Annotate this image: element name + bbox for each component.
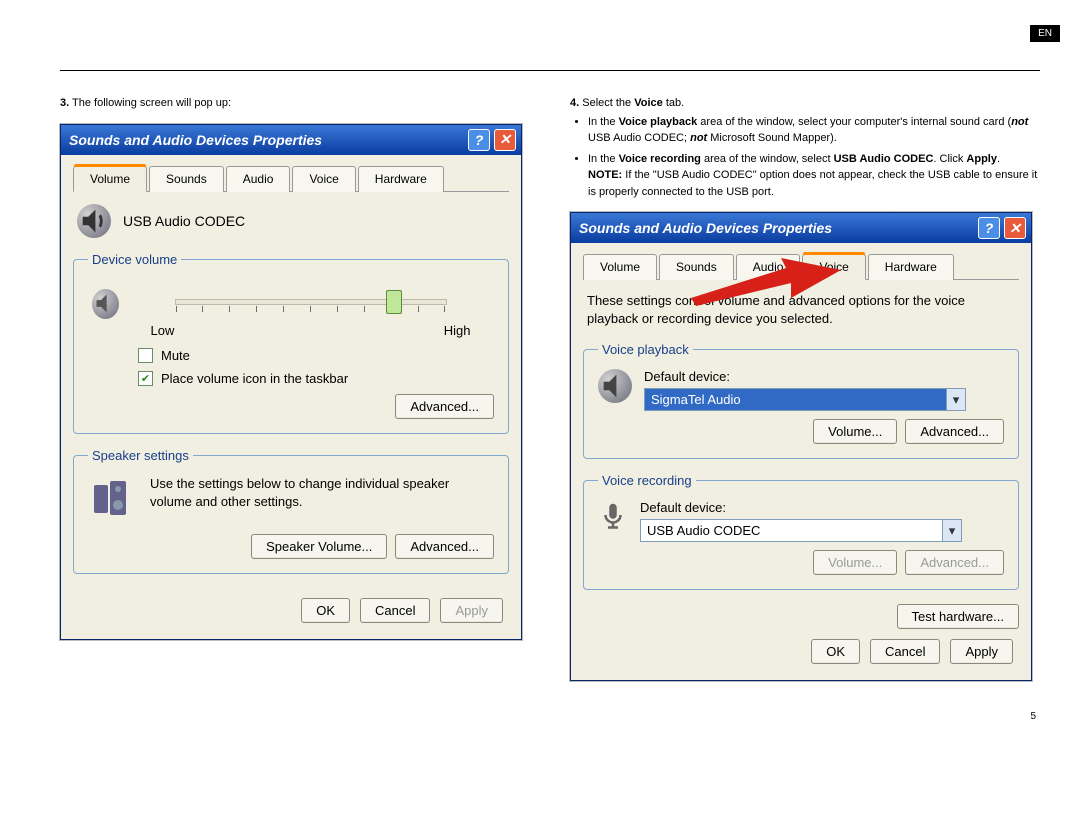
recording-volume-button[interactable]: Volume... <box>813 550 897 575</box>
group-device-volume-legend: Device volume <box>88 252 181 267</box>
step-4-text: 4. Select the Voice tab. In the Voice pl… <box>570 95 1040 200</box>
ok-button[interactable]: OK <box>301 598 350 623</box>
mute-label: Mute <box>161 348 190 363</box>
tab-voice[interactable]: Voice <box>292 166 355 192</box>
group-device-volume: Device volume Low <box>73 252 509 434</box>
group-voice-recording-legend: Voice recording <box>598 473 696 488</box>
titlebar-left[interactable]: Sounds and Audio Devices Properties ? ✕ <box>61 125 521 155</box>
group-voice-recording: Voice recording Default device: USB Audi… <box>583 473 1019 590</box>
speakers-icon <box>88 475 136 526</box>
speaker-volume-button[interactable]: Speaker Volume... <box>251 534 387 559</box>
speaker-advanced-button[interactable]: Advanced... <box>395 534 494 559</box>
volume-icon <box>92 289 119 319</box>
tab-sounds-r[interactable]: Sounds <box>659 254 734 280</box>
apply-button-r[interactable]: Apply <box>950 639 1013 664</box>
playback-default-label: Default device: <box>644 369 966 384</box>
group-speaker-settings: Speaker settings Use the settings <box>73 448 509 574</box>
ok-button-r[interactable]: OK <box>811 639 860 664</box>
device-name: USB Audio CODEC <box>123 213 245 229</box>
tab-volume[interactable]: Volume <box>73 166 147 192</box>
speaker-text: Use the settings below to change individ… <box>150 475 494 511</box>
tabs-left: Volume Sounds Audio Voice Hardware <box>73 165 509 192</box>
tab-hardware[interactable]: Hardware <box>358 166 444 192</box>
recording-device-select[interactable]: USB Audio CODEC ▾ <box>640 519 962 542</box>
titlebar-right[interactable]: Sounds and Audio Devices Properties ? ✕ <box>571 213 1031 243</box>
cancel-button-r[interactable]: Cancel <box>870 639 940 664</box>
slider-high-label: High <box>444 323 471 338</box>
help-icon[interactable]: ? <box>978 217 1000 239</box>
taskbar-checkbox[interactable]: ✔ <box>138 371 153 386</box>
window-volume: Sounds and Audio Devices Properties ? ✕ … <box>60 124 522 640</box>
group-voice-playback-legend: Voice playback <box>598 342 693 357</box>
volume-slider[interactable] <box>175 299 447 305</box>
voice-description: These settings control volume and advanc… <box>587 292 1015 328</box>
slider-thumb[interactable] <box>386 290 402 314</box>
tab-audio-r[interactable]: Audio <box>736 254 801 280</box>
chevron-down-icon[interactable]: ▾ <box>942 520 961 541</box>
speaker-device-icon <box>77 204 111 238</box>
language-tag: EN <box>1030 25 1060 42</box>
taskbar-label: Place volume icon in the taskbar <box>161 371 348 386</box>
cancel-button[interactable]: Cancel <box>360 598 430 623</box>
recording-default-label: Default device: <box>640 500 962 515</box>
playback-icon <box>598 369 632 403</box>
tab-sounds[interactable]: Sounds <box>149 166 224 192</box>
close-icon[interactable]: ✕ <box>1004 217 1026 239</box>
tab-voice-r[interactable]: Voice <box>802 254 865 280</box>
tab-audio[interactable]: Audio <box>226 166 291 192</box>
page-number: 5 <box>60 711 1040 722</box>
tab-volume-r[interactable]: Volume <box>583 254 657 280</box>
help-icon[interactable]: ? <box>468 129 490 151</box>
bullet-voice-playback: In the Voice playback area of the window… <box>588 114 1040 147</box>
divider <box>60 70 1040 71</box>
playback-device-select[interactable]: SigmaTel Audio ▾ <box>644 388 966 411</box>
apply-button[interactable]: Apply <box>440 598 503 623</box>
device-advanced-button[interactable]: Advanced... <box>395 394 494 419</box>
window-title-right: Sounds and Audio Devices Properties <box>579 220 832 236</box>
playback-volume-button[interactable]: Volume... <box>813 419 897 444</box>
tab-hardware-r[interactable]: Hardware <box>868 254 954 280</box>
test-hardware-button[interactable]: Test hardware... <box>897 604 1020 629</box>
playback-advanced-button[interactable]: Advanced... <box>905 419 1004 444</box>
close-icon[interactable]: ✕ <box>494 129 516 151</box>
microphone-icon <box>598 500 628 533</box>
window-voice: Sounds and Audio Devices Properties ? ✕ … <box>570 212 1032 681</box>
group-speaker-legend: Speaker settings <box>88 448 193 463</box>
window-title: Sounds and Audio Devices Properties <box>69 132 322 148</box>
tabs-right: Volume Sounds Audio Voice Hardware <box>583 253 1019 280</box>
slider-low-label: Low <box>151 323 175 338</box>
group-voice-playback: Voice playback Default device: SigmaTel … <box>583 342 1019 459</box>
chevron-down-icon[interactable]: ▾ <box>946 389 965 410</box>
bullet-voice-recording: In the Voice recording area of the windo… <box>588 151 1040 201</box>
recording-advanced-button[interactable]: Advanced... <box>905 550 1004 575</box>
step-3-text: 3. The following screen will pop up: <box>60 95 530 112</box>
mute-checkbox[interactable] <box>138 348 153 363</box>
